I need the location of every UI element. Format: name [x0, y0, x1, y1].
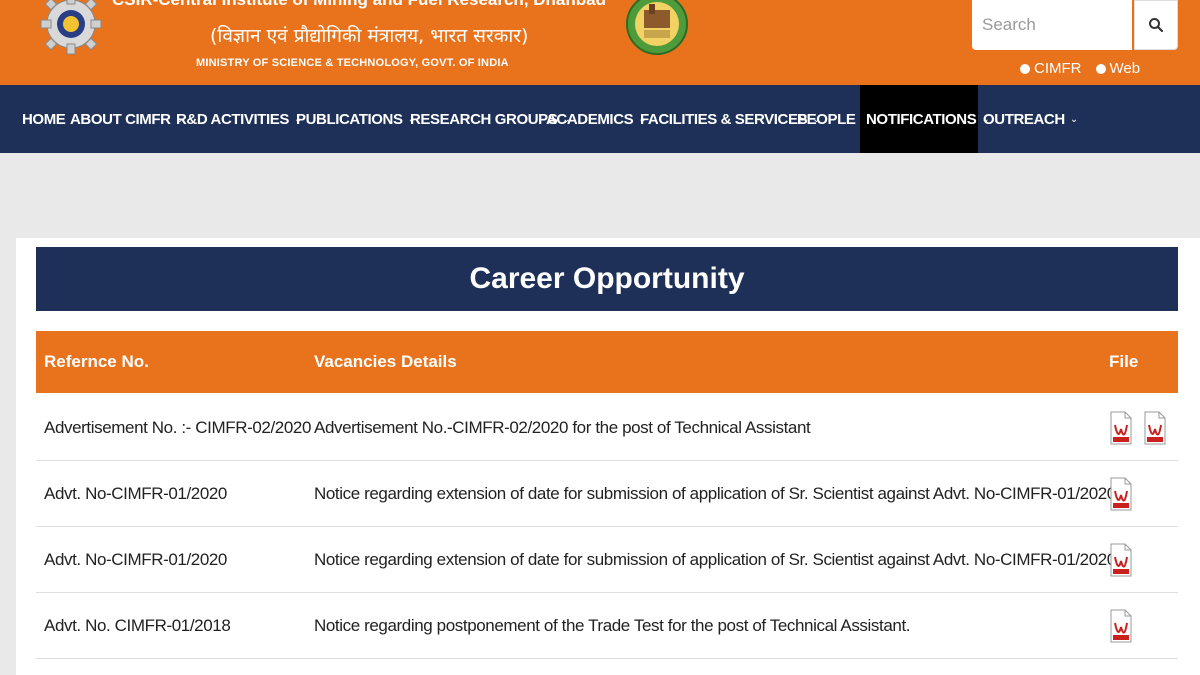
search-scope-cimfr-radio[interactable]: CIMFR — [1020, 60, 1082, 77]
nav-item-label: PEOPLE — [797, 110, 856, 128]
main-nav: HOME ABOUT CIMFR ⌄ R&D ACTIVITIES ⌄ PUBLIC… — [0, 85, 1200, 153]
vacancy-details-cell[interactable]: Notice regarding postponement of the Tra… — [314, 593, 910, 659]
file-cell — [1110, 395, 1166, 461]
column-header-reference: Refernce No. — [44, 352, 149, 371]
pdf-file-icon[interactable] — [1110, 411, 1132, 445]
vacancy-details-cell[interactable]: Advertisement No.-CIMFR-02/2020 for the … — [314, 395, 811, 461]
nav-item-academics[interactable]: ACADEMICS ⌄ — [546, 85, 647, 153]
vacancy-details-cell[interactable]: Notice regarding extension of date for s… — [314, 527, 1121, 593]
org-name-hindi: (विज्ञान एवं प्रौद्योगिकी मंत्रालय, भारत… — [210, 25, 529, 47]
page-title: Career Opportunity — [36, 247, 1178, 311]
pdf-file-icon[interactable] — [1110, 477, 1132, 511]
table-row: Advt. No-CIMFR-01/2020 Notice regarding … — [36, 461, 1178, 527]
vacancy-details-cell[interactable]: Notice regarding extension of date for s… — [314, 461, 1121, 527]
table-row: Advt. No-CIMFR-01/2020 Notice regarding … — [36, 527, 1178, 593]
nav-item-label: HOME — [22, 110, 66, 128]
reference-cell: Advertisement No. :- CIMFR-02/2020 — [44, 418, 311, 437]
nav-item-label: ACADEMICS — [546, 110, 634, 128]
file-cell — [1110, 527, 1132, 593]
csir-gear-logo-icon[interactable] — [38, 0, 104, 60]
nav-item-about-cimfr[interactable]: ABOUT CIMFR ⌄ — [70, 85, 184, 153]
nav-item-label: OUTREACH — [983, 110, 1065, 128]
nav-item-rd-activities[interactable]: R&D ACTIVITIES ⌄ — [176, 85, 302, 153]
site-header: CSIR-Central Institute of Mining and Fue… — [0, 0, 1200, 85]
table-header: Refernce No. Vacancies Details File — [36, 331, 1178, 393]
table-row: Advertisement No. :- CIMFR-02/2020 Adver… — [36, 395, 1178, 461]
pdf-file-icon[interactable] — [1110, 543, 1132, 577]
nav-item-people[interactable]: PEOPLE⌄ — [797, 85, 869, 153]
reference-cell: Advt. No. CIMFR-01/2018 — [44, 616, 231, 635]
column-header-vacancies: Vacancies Details — [314, 352, 457, 371]
nav-item-label: RESEARCH GROUPS — [410, 110, 558, 128]
nav-item-facilities-services[interactable]: FACILITIES & SERVICES ⌄ — [640, 85, 821, 153]
radio-dot-icon — [1020, 63, 1030, 74]
file-cell — [1110, 461, 1132, 527]
nav-item-label: PUBLICATIONS — [296, 110, 403, 128]
nav-item-outreach[interactable]: OUTREACH ⌄ — [983, 85, 1078, 153]
search-scope-cimfr-label: CIMFR — [1034, 60, 1082, 77]
cimfr-emblem-logo-icon[interactable] — [624, 0, 690, 66]
org-name: CSIR-Central Institute of Mining and Fue… — [112, 0, 606, 10]
pdf-file-icon[interactable] — [1144, 411, 1166, 445]
search-scope-web-label: Web — [1109, 60, 1141, 77]
chevron-down-icon: ⌄ — [1069, 113, 1078, 125]
pdf-file-icon[interactable] — [1110, 609, 1132, 643]
ministry-name: MINISTRY OF SCIENCE & TECHNOLOGY, GOVT. … — [196, 57, 509, 69]
search-input[interactable] — [972, 0, 1132, 50]
search-button[interactable] — [1134, 0, 1178, 50]
radio-dot-icon — [1095, 63, 1106, 74]
reference-cell: Advt. No-CIMFR-01/2020 — [44, 550, 227, 569]
nav-item-label: NOTIFICATIONS — [866, 110, 977, 128]
search-scope-options: CIMFR Web — [1020, 60, 1140, 77]
nav-item-label: FACILITIES & SERVICES — [640, 110, 808, 128]
search-icon — [1149, 18, 1164, 33]
reference-cell: Advt. No-CIMFR-01/2020 — [44, 484, 227, 503]
file-cell — [1110, 593, 1132, 659]
nav-item-notifications[interactable]: NOTIFICATIONS ⌄ — [860, 85, 990, 153]
nav-item-label: R&D ACTIVITIES — [176, 110, 290, 128]
nav-item-label: ABOUT CIMFR — [70, 110, 171, 128]
table-row: Advt. No. CIMFR-01/2018 Notice regarding… — [36, 593, 1178, 659]
column-header-file: File — [1109, 352, 1139, 371]
nav-item-home[interactable]: HOME — [22, 85, 66, 153]
search-scope-web-radio[interactable]: Web — [1095, 60, 1141, 77]
nav-item-publications[interactable]: PUBLICATIONS ⌄ — [296, 85, 416, 153]
